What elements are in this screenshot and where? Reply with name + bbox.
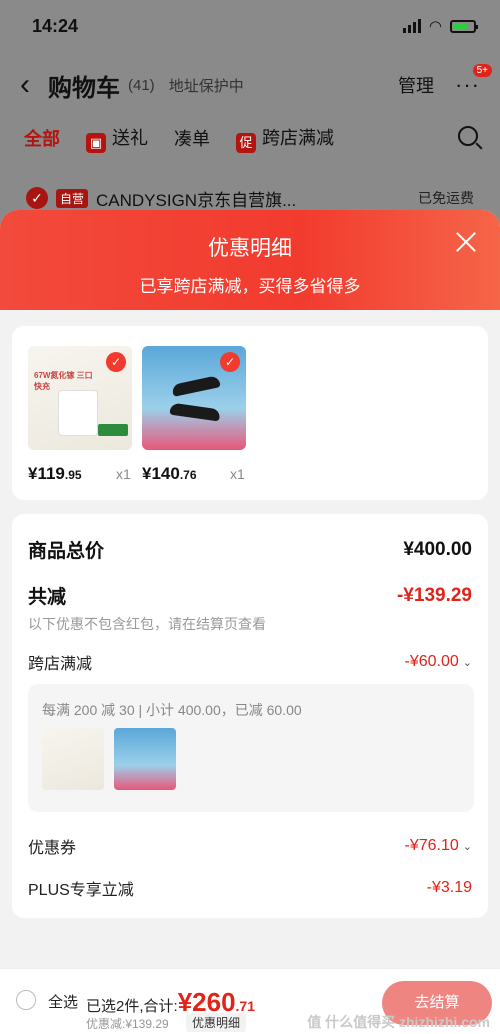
cart-count: (41) [128,76,155,94]
product-price: ¥119.95 [28,464,82,483]
reduce-row: 共减 -¥139.29 [28,582,472,609]
sheet-header: 优惠明细 已享跨店满减，买得多省得多 [0,210,500,310]
plus-label: PLUS专享立减 [28,882,134,899]
cross-store-row[interactable]: 跨店满减 -¥60.00 ⌄ [28,650,472,674]
tab-cross-store[interactable]: 促跨店满减 [236,124,334,153]
sheet-title: 优惠明细 [208,237,292,260]
reduce-label: 共减 [28,587,67,608]
plus-row: PLUS专享立减 -¥3.19 [28,876,472,900]
product-item[interactable]: ✓ ¥140.76 x1 [142,346,246,483]
total-row: 商品总价 ¥400.00 [28,536,472,563]
gift-icon: ▣ [86,132,106,153]
self-operated-tag: 自营 [56,188,89,208]
cart-header: ‹ 购物车 (41) 地址保护中 管理 ··· 5+ [0,60,500,110]
back-arrow-icon[interactable]: ‹ [20,70,30,100]
cross-store-detail: 每满 200 减 30 | 小计 400.00，已减 60.00 [42,702,302,718]
product-qty: x1 [230,466,245,482]
select-all-checkbox[interactable] [16,990,36,1010]
coupon-label: 优惠券 [28,840,77,857]
mini-product-charger [42,728,104,790]
tab-cross-store-label: 跨店满减 [262,127,334,148]
reduce-value: -¥139.29 [396,584,472,606]
cross-store-value: -¥60.00 [404,653,459,670]
tab-gift-label: 送礼 [112,127,148,148]
chevron-down-icon: ⌄ [462,841,472,853]
select-all-label[interactable]: 全选 [48,991,78,1012]
address-protection[interactable]: 地址保护中 [169,75,244,96]
status-time: 14:24 [32,15,79,36]
chevron-down-icon: ⌄ [462,657,472,669]
reduce-note: 以下优惠不包含红包，请在结算页查看 [28,616,266,632]
charger-label: 67W氮化镓 三口快充 [34,371,93,391]
cross-store-detail-box: 每满 200 减 30 | 小计 400.00，已减 60.00 [28,684,474,812]
product-image-charger: 67W氮化镓 三口快充 ✓ [28,346,132,450]
discount-line: 优惠减:¥139.29 [86,1017,169,1031]
manage-button[interactable]: 管理 [398,72,434,98]
wifi-icon: ◠ [428,18,442,35]
shop-name[interactable]: CANDYSIGN京东自营旗... [96,186,296,211]
product-check-icon[interactable]: ✓ [220,352,240,372]
status-icons: ◠ [402,17,478,35]
search-icon[interactable] [458,126,478,146]
promo-icon: 促 [236,132,256,153]
status-bar: 14:24 ◠ [0,0,500,52]
coupon-value: -¥76.10 [404,837,459,854]
watermark: 值 什么值得买 zhizhizhi.com [307,1014,490,1030]
page-title: 购物车 [48,74,120,102]
discount-detail-sheet: 优惠明细 已享跨店满减，买得多省得多 67W氮化镓 三口快充 ✓ ¥119.95… [0,210,500,1034]
product-qty: x1 [116,466,131,482]
price-detail-card: 商品总价 ¥400.00 共减 -¥139.29 以下优惠不包含红包，请在结算页… [12,514,488,918]
product-price: ¥140.76 [142,464,197,483]
cross-store-label: 跨店满减 [28,656,93,673]
total-label: 商品总价 [28,541,105,562]
shop-check-icon[interactable]: ✓ [26,187,48,209]
products-card: 67W氮化镓 三口快充 ✓ ¥119.95 x1 ✓ ¥140.76 x1 [12,326,488,500]
signal-icon [402,19,421,33]
more-badge: 5+ [472,64,492,77]
selected-prefix: 已选2件,合计: [86,998,178,1015]
tab-gift[interactable]: ▣ 送礼 [86,124,148,153]
sheet-subtitle: 已享跨店满减，买得多省得多 [139,277,361,296]
close-icon[interactable] [454,230,478,254]
tab-all[interactable]: 全部 [24,125,60,151]
shop-shipping: 已免运费 [418,190,474,206]
coupon-row[interactable]: 优惠券 -¥76.10 ⌄ [28,834,472,858]
total-value: ¥400.00 [403,538,472,560]
discount-detail-button[interactable]: 优惠明细 [186,1013,247,1032]
plus-value: -¥3.19 [426,879,472,896]
product-check-icon[interactable]: ✓ [106,352,126,372]
mini-product-shoes [114,728,176,790]
cart-tabs: 全部 ▣ 送礼 凑单 促跨店满减 [0,118,500,158]
product-image-shoes: ✓ [142,346,246,450]
product-item[interactable]: 67W氮化镓 三口快充 ✓ ¥119.95 x1 [28,346,132,483]
battery-icon [450,19,478,33]
tab-bundle[interactable]: 凑单 [174,125,210,151]
